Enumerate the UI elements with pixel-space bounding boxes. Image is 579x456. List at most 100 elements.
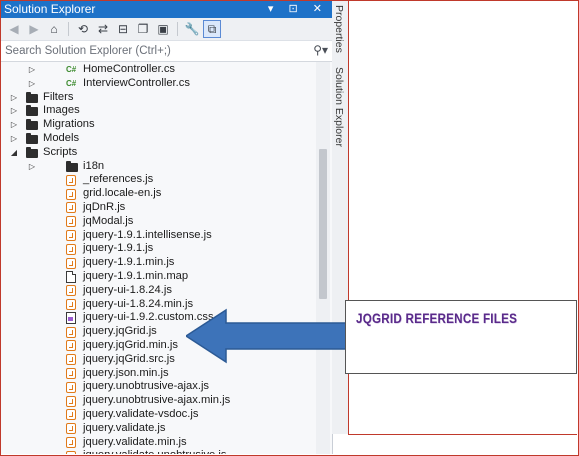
file-icon [66, 270, 76, 283]
javascript-file-icon [66, 257, 76, 269]
tree-item-label: i18n [83, 159, 105, 172]
collapsed-arrow-icon[interactable]: ▷ [27, 63, 37, 77]
solution-explorer-panel: Solution Explorer ▾ ⊡ ✕ ◀ ▶ ⌂ ⟲ ⇄ ⊟ ❐ ▣ … [1, 1, 333, 454]
search-placeholder: Search Solution Explorer (Ctrl+;) [5, 45, 171, 57]
javascript-file-icon [66, 202, 76, 214]
copy-icon[interactable]: ❐ [134, 20, 152, 38]
home-icon[interactable]: ⌂ [45, 20, 63, 38]
javascript-file-icon [66, 423, 76, 435]
css-file-icon [66, 312, 76, 325]
divider [348, 434, 577, 435]
tree-item-jquery-1-9-1-intellisense-js[interactable]: jquery-1.9.1.intellisense.js [1, 229, 317, 243]
tree-item-jquery-unobtrusive-ajax-js[interactable]: jquery.unobtrusive-ajax.js [1, 380, 317, 394]
tree-item-label: jquery.json.min.js [83, 366, 169, 379]
tree-item-jqmodal-js[interactable]: jqModal.js [1, 215, 317, 229]
collapse-icon[interactable]: ⊟ [114, 20, 132, 38]
tab-solution-explorer[interactable]: Solution Explorer [333, 67, 345, 147]
panel-window-controls[interactable]: ▾ ⊡ ✕ [268, 1, 328, 18]
tree-item-jquery-ui-1-8-24-js[interactable]: jquery-ui-1.8.24.js [1, 284, 317, 298]
tree-item-migrations[interactable]: ▷ Migrations [1, 118, 317, 132]
tree-item-jquery-unobtrusive-ajax-min-js[interactable]: jquery.unobtrusive-ajax.min.js [1, 394, 317, 408]
tree-item-label: Models [43, 131, 80, 144]
javascript-file-icon [66, 230, 76, 242]
vertical-scrollbar[interactable] [316, 62, 330, 454]
collapsed-arrow-icon[interactable]: ▷ [9, 91, 19, 105]
tree-item-label: Images [43, 104, 80, 117]
tree-item-grid-locale-en-js[interactable]: grid.locale-en.js [1, 187, 317, 201]
sync-icon[interactable]: ⇄ [94, 20, 112, 38]
search-input[interactable]: Search Solution Explorer (Ctrl+;) ⚲▾ [1, 41, 332, 62]
collapsed-arrow-icon[interactable]: ▷ [27, 160, 37, 174]
tree-item-label: jquery-1.9.1.min.map [83, 269, 189, 282]
tree-item-label: jquery-1.9.1.min.js [83, 256, 175, 269]
properties-icon[interactable]: 🔧 [183, 20, 201, 38]
tree-item-label: jquery.validate-vsdoc.js [83, 407, 199, 420]
tree-item-jquery-validate-min-js[interactable]: jquery.validate.min.js [1, 436, 317, 450]
tree-item-jquery-1-9-1-min-map[interactable]: jquery-1.9.1.min.map [1, 270, 317, 284]
javascript-file-icon [66, 340, 76, 352]
javascript-file-icon [66, 216, 76, 228]
tree-item-models[interactable]: ▷ Models [1, 132, 317, 146]
tree-item-label: jquery.jqGrid.src.js [83, 352, 175, 365]
toolbar-separator [177, 22, 178, 36]
javascript-file-icon [66, 285, 76, 297]
javascript-file-icon [66, 395, 76, 407]
tree-item-i18n[interactable]: ▷ i18n [1, 160, 317, 174]
tree-item-images[interactable]: ▷ Images [1, 104, 317, 118]
tree-item-jquery-validate-js[interactable]: jquery.validate.js [1, 422, 317, 436]
tree-item-label: HomeController.cs [83, 63, 176, 75]
javascript-file-icon [66, 174, 76, 186]
panel-title: Solution Explorer [4, 2, 96, 16]
tree-item-label: grid.locale-en.js [83, 187, 162, 200]
tree-item-interviewcontroller-cs[interactable]: ▷ C# InterviewController.cs [1, 77, 317, 91]
folder-icon [26, 91, 38, 103]
tree-item-jqdnr-js[interactable]: jqDnR.js [1, 201, 317, 215]
tree-item-label: jquery.jqGrid.js [83, 325, 157, 338]
collapsed-arrow-icon[interactable]: ▷ [9, 118, 19, 132]
show-all-icon[interactable]: ▣ [154, 20, 172, 38]
collapsed-arrow-icon[interactable]: ▷ [9, 104, 19, 118]
tree-item-jquery-validate-vsdoc-js[interactable]: jquery.validate-vsdoc.js [1, 408, 317, 422]
scrollbar-thumb[interactable] [319, 149, 327, 299]
javascript-file-icon [66, 409, 76, 421]
tree-item-label: jquery-ui-1.8.24.js [83, 283, 172, 296]
folder-icon [26, 146, 38, 158]
tree-item-jquery-1-9-1-min-js[interactable]: jquery-1.9.1.min.js [1, 256, 317, 270]
forward-icon[interactable]: ▶ [25, 20, 43, 38]
preview-icon[interactable]: ⧉ [203, 20, 221, 38]
tree-item-label: jquery-ui-1.8.24.min.js [83, 297, 194, 310]
folder-icon [66, 160, 78, 172]
back-icon[interactable]: ◀ [5, 20, 23, 38]
expanded-arrow-icon[interactable]: ◢ [9, 146, 19, 160]
javascript-file-icon [66, 450, 76, 454]
csharp-file-icon: C# [66, 65, 77, 74]
collapsed-arrow-icon[interactable]: ▷ [27, 77, 37, 91]
javascript-file-icon [66, 243, 76, 255]
tree-item-label: InterviewController.cs [83, 76, 190, 89]
tree-item-label: jquery-1.9.1.intellisense.js [83, 228, 212, 241]
tree-item-label: Filters [43, 90, 74, 103]
tree-item-references-js[interactable]: _references.js [1, 173, 317, 187]
callout-arrow-icon [186, 308, 347, 364]
tree-item-label: Migrations [43, 118, 95, 131]
tree-item-label: jqModal.js [83, 214, 134, 227]
tree-item-filters[interactable]: ▷ Filters [1, 91, 317, 105]
solution-tree: ▷ C# HomeController.cs ▷ C# InterviewControll… [1, 63, 317, 454]
tree-item-jquery-1-9-1-js[interactable]: jquery-1.9.1.js [1, 242, 317, 256]
toolbar: ◀ ▶ ⌂ ⟲ ⇄ ⊟ ❐ ▣ 🔧 ⧉ [1, 18, 332, 41]
tree-item-jquery-validate-unobtrusive-js[interactable]: jquery.validate.unobtrusive.js [1, 449, 317, 454]
tree-item-jquery-json-min-js[interactable]: jquery.json.min.js [1, 367, 317, 381]
tab-properties[interactable]: Properties [333, 5, 345, 53]
collapsed-arrow-icon[interactable]: ▷ [9, 132, 19, 146]
tree-item-scripts[interactable]: ◢ Scripts [1, 146, 317, 160]
tree-item-label: jquery.validate.js [83, 421, 166, 434]
javascript-file-icon [66, 188, 76, 200]
tree-item-label: jquery.jqGrid.min.js [83, 338, 178, 351]
history-icon[interactable]: ⟲ [74, 20, 92, 38]
javascript-file-icon [66, 381, 76, 393]
folder-icon [26, 105, 38, 117]
search-icon[interactable]: ⚲▾ [313, 43, 328, 57]
tree-item-homecontroller-cs[interactable]: ▷ C# HomeController.cs [1, 63, 317, 77]
javascript-file-icon [66, 437, 76, 449]
tree-item-label: jquery.unobtrusive-ajax.js [83, 380, 210, 393]
